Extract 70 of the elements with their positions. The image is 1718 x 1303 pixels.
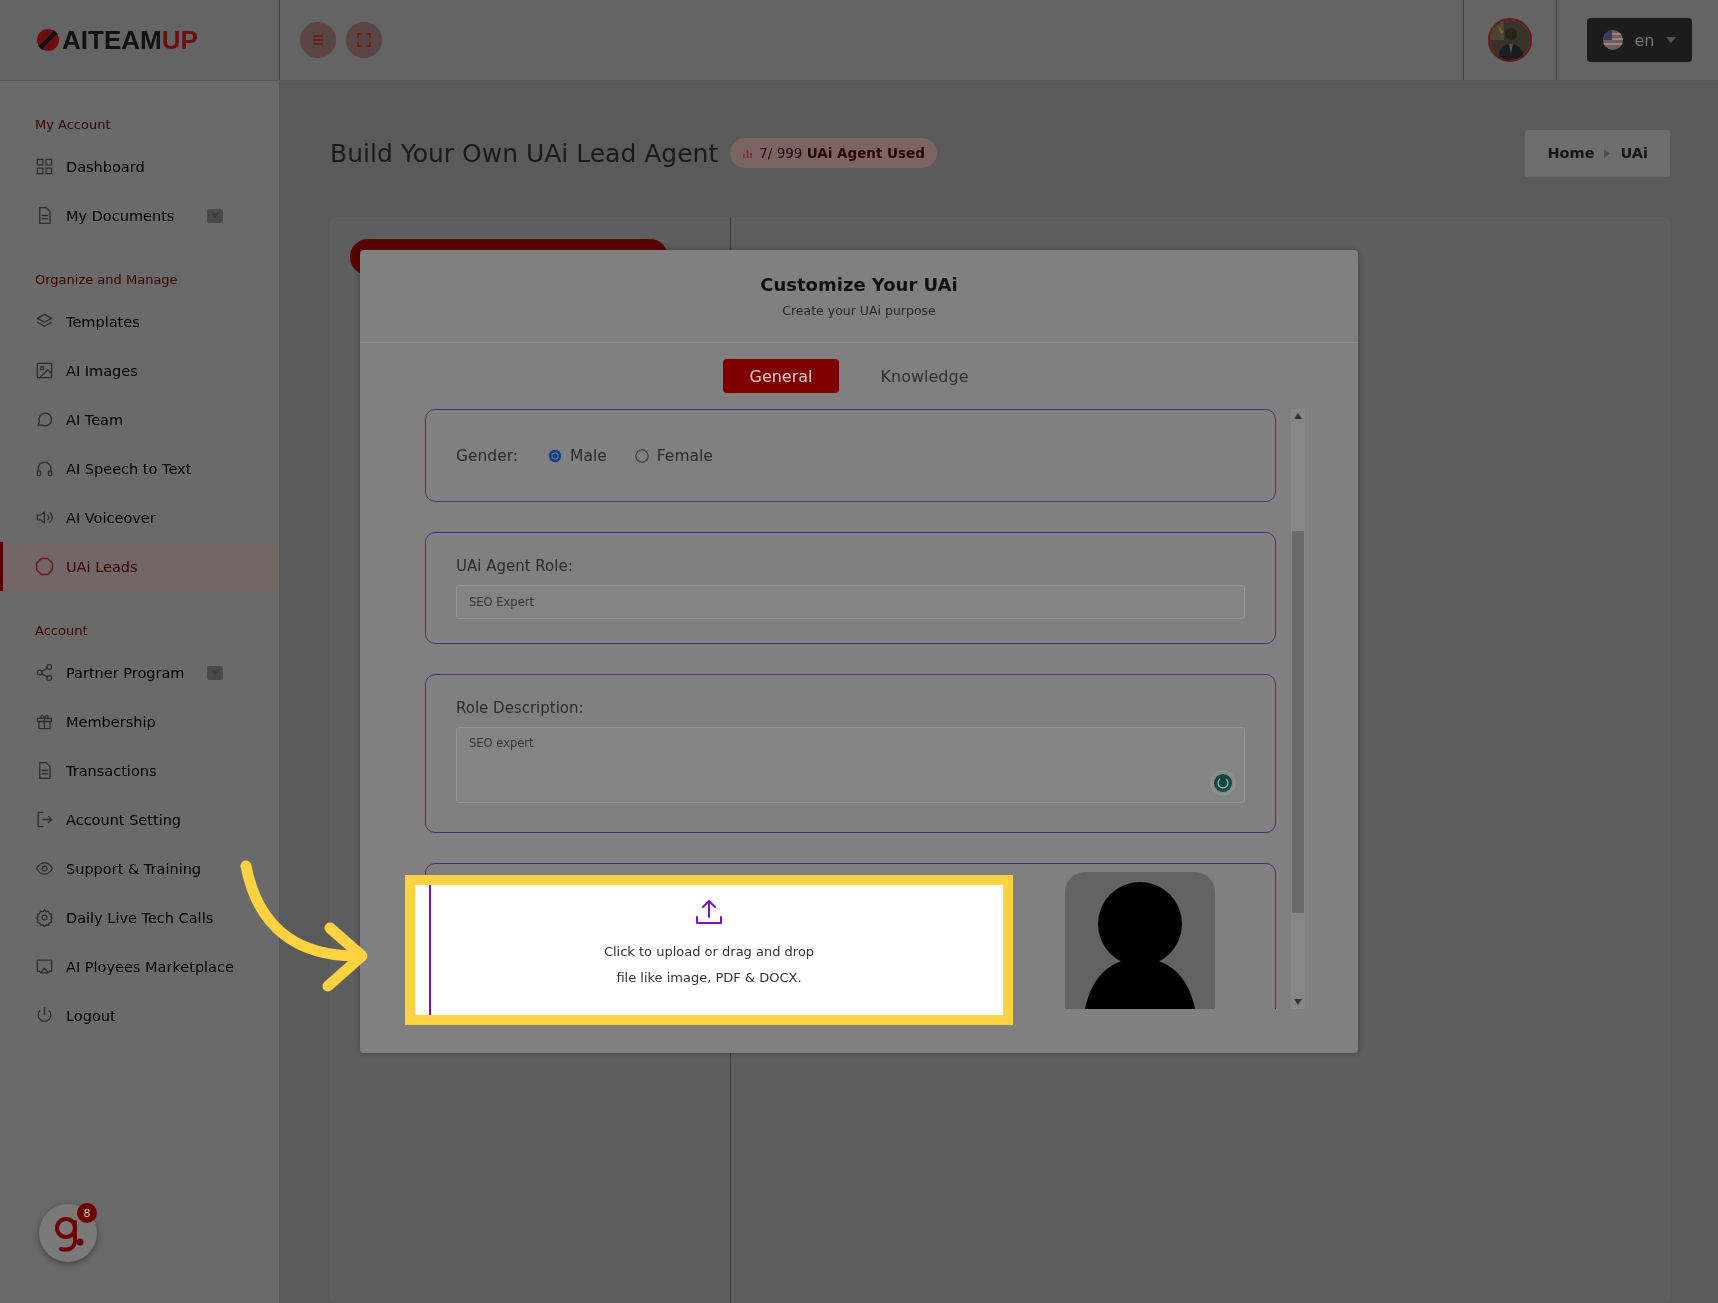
fullscreen-button[interactable] <box>346 22 382 58</box>
modal-subtitle: Create your UAi purpose <box>782 303 936 318</box>
breadcrumb-link[interactable]: Home <box>1547 145 1595 161</box>
sidebar-item[interactable]: AI Ployees Marketplace <box>0 942 279 991</box>
sidebar-item[interactable]: AI Images <box>0 346 279 395</box>
caret-icon[interactable] <box>207 665 223 680</box>
caret-icon <box>1666 37 1677 43</box>
share-icon <box>35 663 54 682</box>
monitor-icon <box>35 957 54 976</box>
usage-badge: 7/ 999 UAi Agent Used <box>730 138 937 168</box>
sidebar-item[interactable]: Support & Training <box>0 844 279 893</box>
eye-icon <box>35 859 54 878</box>
modal-title: Customize Your UAi <box>760 274 958 295</box>
upload-hint: Click to upload or drag and drop <box>603 943 815 961</box>
logo-icon <box>36 28 60 52</box>
scroll-down-icon[interactable] <box>1294 999 1302 1005</box>
octagon-icon <box>35 557 54 576</box>
sidebar-item[interactable]: AI Speech to Text <box>0 444 279 493</box>
sidebar-item[interactable]: Daily Live Tech Calls <box>0 893 279 942</box>
flag-icon <box>1602 30 1623 50</box>
radio-button[interactable] <box>634 448 649 463</box>
field-label: Role Description: <box>456 699 585 717</box>
spinner-icon <box>1210 770 1236 796</box>
sidebar-item[interactable]: Membership <box>0 697 279 746</box>
sidebar-item[interactable]: AI Team <box>0 395 279 444</box>
breadcrumb-link[interactable]: UAi <box>1620 145 1648 161</box>
sidebar-item[interactable]: Dashboard <box>0 142 279 191</box>
sidebar-item[interactable]: UAi Leads <box>0 542 279 591</box>
radio-option[interactable]: Male <box>548 446 607 465</box>
chat-bubble-icon <box>35 410 54 429</box>
chevron-icon <box>1604 148 1611 158</box>
menu-button[interactable] <box>300 22 336 58</box>
radio-option[interactable]: Female <box>634 446 713 465</box>
section-title: My Account <box>34 116 112 134</box>
section-title: Account <box>34 622 89 640</box>
scroll-up-icon[interactable] <box>1294 413 1302 419</box>
logout-icon <box>35 810 54 829</box>
sidebar-item[interactable]: Account Setting <box>0 795 279 844</box>
upload-hint: file like image, PDF & DOCX. <box>616 969 802 987</box>
fullscreen-icon <box>356 32 372 48</box>
gift-icon <box>35 712 54 731</box>
headphones-icon <box>35 459 54 478</box>
scrollbar[interactable] <box>1291 409 1305 1009</box>
upload-dropzone[interactable]: Click to upload or drag and drop file like image, PDF & DOCX. <box>405 875 1013 1025</box>
upload-icon <box>694 897 724 927</box>
tab[interactable]: General <box>723 359 839 393</box>
sidebar-item[interactable]: My Documents <box>0 191 279 240</box>
power-icon <box>35 1006 54 1025</box>
field-label: Gender: <box>456 446 519 465</box>
language-selector[interactable]: en <box>1587 18 1692 62</box>
sidebar-item[interactable]: Templates <box>0 297 279 346</box>
tab[interactable]: Knowledge <box>854 359 995 393</box>
sidebar-item[interactable]: Partner Program <box>0 648 279 697</box>
field-label: UAi Agent Role: <box>456 557 574 575</box>
menu-icon <box>310 32 326 48</box>
sidebar-item[interactable]: Transactions <box>0 746 279 795</box>
role-input[interactable]: SEO Expert <box>456 585 1245 619</box>
person-silhouette-icon <box>1065 872 1215 1009</box>
sidebar-item[interactable]: AI Voiceover <box>0 493 279 542</box>
radio-button[interactable] <box>548 448 563 463</box>
speaker-icon <box>35 508 54 527</box>
caret-icon[interactable] <box>207 208 223 223</box>
logo-text: AITEAMUP <box>62 24 198 56</box>
grid-icon <box>35 157 54 176</box>
image-icon <box>35 361 54 380</box>
gear-icon <box>35 908 54 927</box>
page-title: Build Your Own UAi Lead Agent <box>330 138 719 168</box>
sidebar-item[interactable]: Logout <box>0 991 279 1040</box>
description-input[interactable]: SEO expert <box>456 727 1245 803</box>
section-title: Organize and Manage <box>34 271 179 289</box>
